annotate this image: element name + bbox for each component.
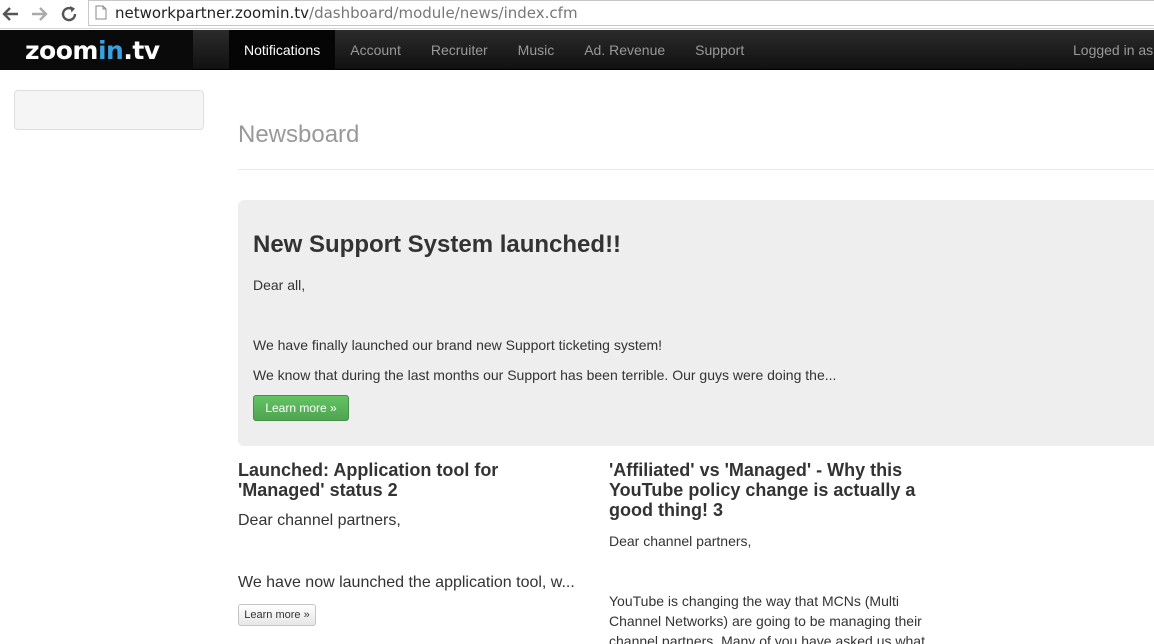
- article-greeting: Dear channel partners,: [238, 512, 401, 529]
- hero-learn-more-button[interactable]: Learn more »: [253, 395, 349, 421]
- article-card: Launched: Application tool for 'Managed'…: [238, 460, 578, 626]
- hero-title: New Support System launched!!: [253, 231, 622, 258]
- nav-item-support[interactable]: Support: [680, 30, 759, 70]
- article-greeting: Dear channel partners,: [609, 533, 752, 549]
- browser-toolbar: networkpartner.zoomin.tv/dashboard/modul…: [0, 0, 1154, 29]
- nav-item-notifications[interactable]: Notifications: [229, 30, 336, 70]
- back-arrow-icon[interactable]: [0, 3, 22, 25]
- nav-item-ad-revenue[interactable]: Ad. Revenue: [569, 30, 680, 70]
- reload-icon[interactable]: [58, 3, 80, 25]
- title-divider: [238, 169, 1154, 170]
- url-path: /dashboard/module/news/index.cfm: [309, 4, 578, 22]
- forward-arrow-icon[interactable]: [28, 3, 50, 25]
- brand-in: in: [97, 35, 124, 65]
- hero-line-1: We have finally launched our brand new S…: [253, 337, 663, 353]
- page-icon: [95, 5, 107, 20]
- logged-in-text: Logged in as: [1073, 42, 1154, 58]
- url-text[interactable]: networkpartner.zoomin.tv/dashboard/modul…: [115, 4, 578, 22]
- article-excerpt: We have now launched the application too…: [238, 574, 575, 591]
- article-title[interactable]: Launched: Application tool for 'Managed'…: [238, 460, 578, 500]
- article-title[interactable]: 'Affiliated' vs 'Managed' - Why this You…: [609, 460, 949, 520]
- sidebar-well: [14, 90, 204, 130]
- page-title: Newsboard: [238, 121, 360, 148]
- brand-prefix: zoom: [25, 35, 98, 65]
- article-excerpt: YouTube is changing the way that MCNs (M…: [609, 593, 925, 644]
- url-host: networkpartner.zoomin.tv: [115, 4, 310, 22]
- main-nav: Notifications Account Recruiter Music Ad…: [229, 30, 759, 70]
- hero-greeting: Dear all,: [253, 277, 306, 293]
- site-navbar: zoomin.tv Notifications Account Recruite…: [0, 30, 1154, 70]
- hero-line-2: We know that during the last months our …: [253, 367, 837, 383]
- hero-unit: New Support System launched!! Dear all, …: [238, 200, 1154, 446]
- article-card: 'Affiliated' vs 'Managed' - Why this You…: [609, 460, 949, 644]
- brand-logo[interactable]: zoomin.tv: [0, 30, 193, 70]
- nav-item-music[interactable]: Music: [503, 30, 570, 70]
- address-bar[interactable]: networkpartner.zoomin.tv/dashboard/modul…: [88, 0, 1154, 26]
- nav-item-recruiter[interactable]: Recruiter: [416, 30, 503, 70]
- brand-suffix: .tv: [123, 35, 160, 65]
- nav-item-account[interactable]: Account: [335, 30, 416, 70]
- article-learn-more-button[interactable]: Learn more »: [238, 604, 316, 626]
